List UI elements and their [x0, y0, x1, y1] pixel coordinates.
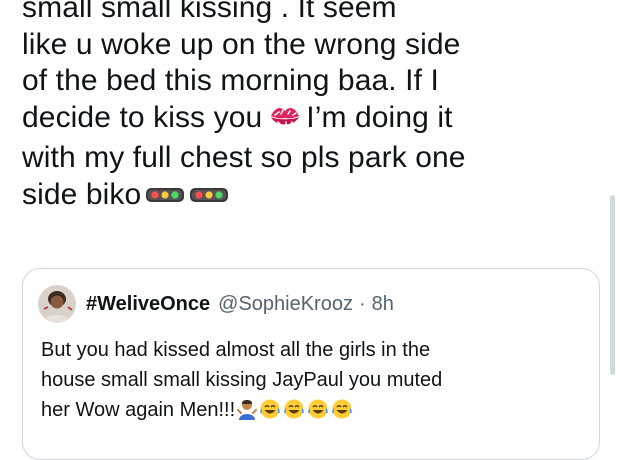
tweet-line: small small kissing . It seem [22, 0, 397, 24]
separator-dot: · [358, 292, 366, 315]
tweet-text: small small kissing . It seem like u wok… [22, 0, 602, 214]
man-shrugging-icon [237, 398, 258, 429]
quoted-line: But you had kissed almost all the girls … [41, 339, 431, 361]
traffic-light-icon [189, 178, 229, 215]
quoted-tweet-card[interactable]: #WeliveOnce @SophieKrooz · 8h But you ha… [22, 268, 600, 460]
tweet-line-segment: side biko [22, 177, 142, 211]
kiss-mark-icon [268, 103, 302, 141]
tears-of-joy-icon [307, 398, 329, 429]
tweet-line: of the bed this morning baa. If I [22, 64, 439, 97]
tears-of-joy-icon [259, 398, 281, 429]
tweet-line: decide to kiss you I’m doing it [22, 100, 602, 141]
tweet-line: like u woke up on the wrong side [22, 27, 461, 61]
avatar[interactable] [38, 285, 76, 323]
tweet-line: side biko [22, 177, 602, 215]
tears-of-joy-icon [331, 398, 353, 429]
tweet-line: with my full chest so pls park one [22, 141, 466, 174]
quoted-tweet-text: But you had kissed almost all the girls … [41, 335, 586, 429]
traffic-light-icon [145, 178, 185, 215]
quoted-line: her Wow again Men!!! [41, 395, 586, 429]
tweet-line-segment: decide to kiss you [22, 100, 263, 134]
scrollbar[interactable] [610, 195, 615, 375]
tears-of-joy-icon [283, 398, 305, 429]
quoted-timestamp[interactable]: 8h [372, 293, 394, 316]
quoted-line-segment: her Wow again Men!!! [41, 399, 236, 421]
tweet-line-segment: I’m doing it [306, 100, 453, 134]
quoted-tweet-header: #WeliveOnce @SophieKrooz · 8h [38, 284, 394, 324]
quoted-handle[interactable]: @SophieKrooz [218, 293, 353, 316]
quoted-line: house small small kissing JayPaul you mu… [41, 369, 443, 391]
quoted-display-name[interactable]: #WeliveOnce [86, 293, 210, 316]
